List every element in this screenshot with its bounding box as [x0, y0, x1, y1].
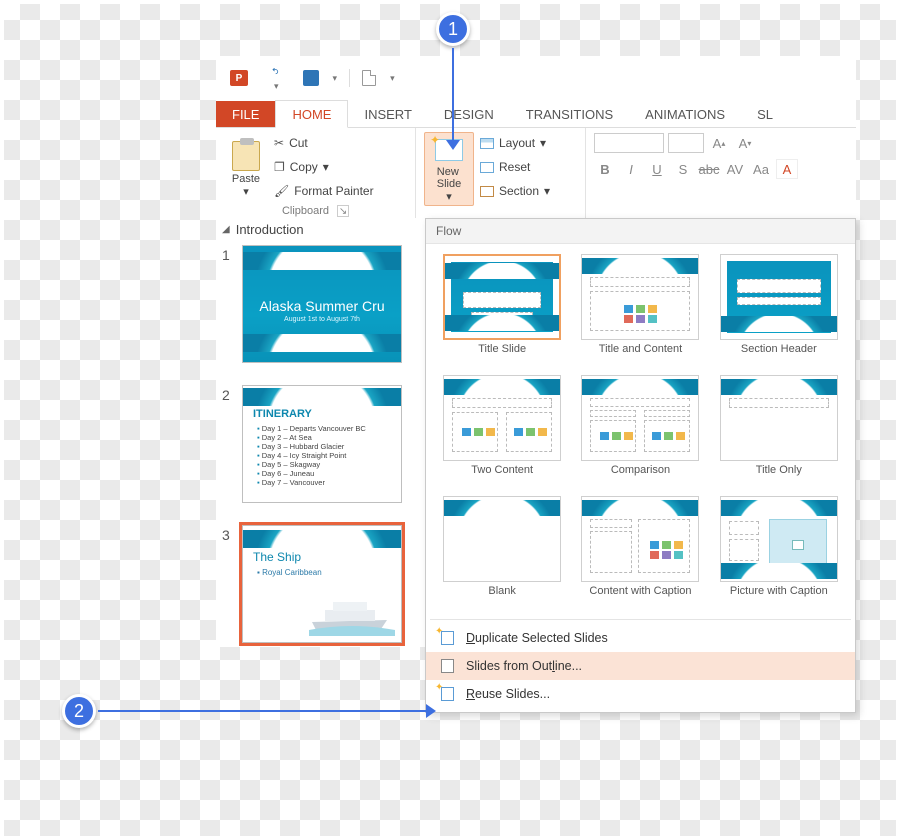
slide-number: 1: [222, 245, 234, 363]
char-spacing-button[interactable]: AV: [724, 159, 746, 179]
thumbnail-3[interactable]: 3 The Ship ▪ Royal Caribbean: [216, 521, 426, 647]
duplicate-icon: ✦: [438, 630, 456, 646]
ribbon-home: Paste ▾ Cut Copy▾ Format Painter Clipboa…: [216, 128, 856, 222]
change-case-button[interactable]: Aa: [750, 159, 772, 179]
document-icon[interactable]: [362, 70, 376, 86]
tab-slideshow[interactable]: SL: [741, 101, 789, 127]
layout-section-header[interactable]: Section Header: [713, 254, 845, 369]
layout-picture-with-caption[interactable]: Picture with Caption: [713, 496, 845, 611]
layout-icon: [480, 138, 494, 149]
slide-number: 3: [222, 525, 234, 643]
group-clipboard: Paste ▾ Cut Copy▾ Format Painter Clipboa…: [216, 128, 416, 221]
itinerary-list: Day 1 – Departs Vancouver BC Day 2 – At …: [257, 424, 366, 487]
layout-blank[interactable]: Blank: [436, 496, 568, 611]
layout-title-and-content[interactable]: Title and Content: [574, 254, 706, 369]
group-label-clipboard: Clipboard: [282, 205, 329, 217]
font-color-button[interactable]: A: [776, 159, 798, 179]
reuse-icon: ✦: [438, 686, 456, 702]
gallery-menu: ✦ DDuplicate Selected Slidesuplicate Sel…: [426, 620, 855, 712]
group-font: A▴ A▾ B I U S abc AV Aa A .: [586, 128, 856, 221]
scissors-icon: [274, 136, 284, 150]
reset-button[interactable]: Reset: [480, 156, 550, 178]
powerpoint-window: P ▾ ▾ ▾ FILE HOME INSERT DESIGN TRANSITI…: [216, 56, 856, 222]
chevron-down-icon: ▾: [243, 185, 249, 198]
annotation-step-2: 2: [62, 694, 96, 728]
outline-icon: [438, 658, 456, 674]
strikethrough-button[interactable]: abc: [698, 159, 720, 179]
brush-icon: [274, 184, 289, 198]
ship-illustration: [307, 592, 397, 636]
paste-icon: [232, 141, 260, 171]
quick-access-toolbar: P ▾ ▾ ▾: [216, 56, 856, 100]
italic-button[interactable]: I: [620, 159, 642, 179]
layout-title-slide[interactable]: Title Slide: [436, 254, 568, 369]
section-header[interactable]: ◢ Introduction: [216, 218, 426, 241]
menu-duplicate-slides[interactable]: ✦ DDuplicate Selected Slidesuplicate Sel…: [426, 624, 855, 652]
layout-title-only[interactable]: Title Only: [713, 375, 845, 490]
group-slides: New Slide▾ Layout▾ Reset Section▾ .: [416, 128, 586, 221]
menu-slides-from-outline[interactable]: Slides from Outline...: [426, 652, 855, 680]
tab-transitions[interactable]: TRANSITIONS: [510, 101, 629, 127]
annotation-step-1: 1: [436, 12, 470, 46]
layout-content-with-caption[interactable]: Content with Caption: [574, 496, 706, 611]
separator: [349, 69, 350, 87]
tab-insert[interactable]: INSERT: [348, 101, 427, 127]
underline-button[interactable]: U: [646, 159, 668, 179]
slide-thumbnails-panel: ◢ Introduction 1 Alaska Summer Cru Augus…: [216, 218, 426, 647]
powerpoint-logo-icon: P: [230, 70, 248, 86]
slide-number: 2: [222, 385, 234, 503]
bold-button[interactable]: B: [594, 159, 616, 179]
arrow-head-icon: [446, 140, 460, 150]
section-button[interactable]: Section▾: [480, 180, 550, 202]
dialog-launcher-icon[interactable]: ↘: [337, 205, 349, 217]
copy-icon: [274, 160, 285, 174]
paste-button[interactable]: Paste ▾: [224, 132, 268, 198]
arrow-head-icon: [426, 704, 436, 718]
font-size-combo[interactable]: [668, 133, 704, 153]
decrease-font-icon[interactable]: A▾: [734, 133, 756, 153]
slide-preview: Alaska Summer Cru August 1st to August 7…: [242, 245, 402, 363]
slide-preview-selected: The Ship ▪ Royal Caribbean: [242, 525, 402, 643]
tab-file[interactable]: FILE: [216, 101, 275, 127]
undo-button[interactable]: ▾: [272, 64, 279, 92]
format-painter-button[interactable]: Format Painter: [274, 180, 374, 202]
menu-reuse-slides[interactable]: ✦ Reuse Slides...: [426, 680, 855, 708]
thumbnail-1[interactable]: 1 Alaska Summer Cru August 1st to August…: [216, 241, 426, 367]
layout-comparison[interactable]: Comparison: [574, 375, 706, 490]
thumbnail-2[interactable]: 2 ITINERARY Day 1 – Departs Vancouver BC…: [216, 381, 426, 507]
annotation-arrow-1: [452, 48, 454, 142]
increase-font-icon[interactable]: A▴: [708, 133, 730, 153]
gallery-theme-header: Flow: [426, 219, 855, 244]
section-icon: [480, 186, 494, 197]
collapse-triangle-icon: ◢: [222, 224, 230, 235]
annotation-arrow-2: [98, 710, 428, 712]
layout-two-content[interactable]: Two Content: [436, 375, 568, 490]
new-slide-gallery: Flow Title Slide Title and Content Secti…: [425, 218, 856, 713]
font-family-combo[interactable]: [594, 133, 664, 153]
reset-icon: [480, 162, 494, 173]
tab-animations[interactable]: ANIMATIONS: [629, 101, 741, 127]
shadow-button[interactable]: S: [672, 159, 694, 179]
slide-preview: ITINERARY Day 1 – Departs Vancouver BC D…: [242, 385, 402, 503]
copy-button[interactable]: Copy▾: [274, 156, 374, 178]
layout-button[interactable]: Layout▾: [480, 132, 550, 154]
touch-mode-icon[interactable]: [303, 70, 319, 86]
tab-home[interactable]: HOME: [275, 100, 348, 128]
ribbon-tabs: FILE HOME INSERT DESIGN TRANSITIONS ANIM…: [216, 100, 856, 128]
tab-design[interactable]: DESIGN: [428, 101, 510, 127]
cut-button[interactable]: Cut: [274, 132, 374, 154]
